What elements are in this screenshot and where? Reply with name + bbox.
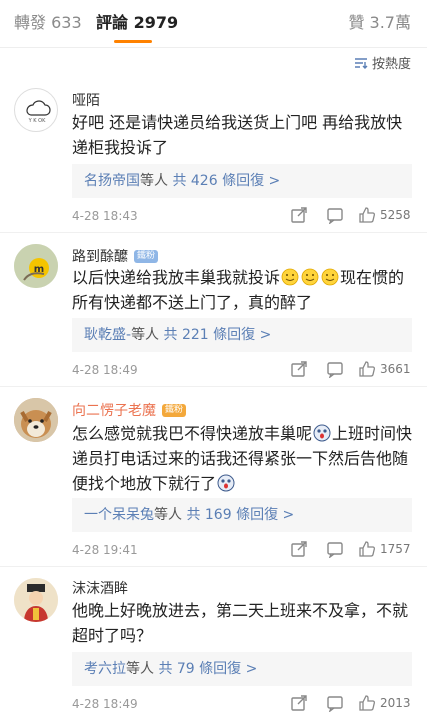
tab-comments[interactable]: 評論 2979	[96, 12, 178, 34]
tab-reposts[interactable]: 轉發 633	[14, 12, 82, 34]
thumbs-up-icon	[359, 361, 375, 377]
comment-item: 沫沫酒眸 他晚上好晚放进去，第二天上班来不及拿，不就超时了吗？ 考六拉等人 共 …	[0, 570, 427, 720]
reply-summary[interactable]: 耿乾盛-等人 共 221 條回復 >	[72, 318, 412, 352]
comment-meta: 4-28 18:49 2013	[72, 694, 412, 716]
svg-text:Y K OK: Y K OK	[28, 118, 46, 124]
reply-icon[interactable]	[326, 540, 344, 558]
comment-username[interactable]: 沫沫酒眸	[72, 578, 128, 598]
avatar[interactable]: m	[14, 244, 58, 288]
divider	[0, 232, 427, 233]
sort-button[interactable]: 按熱度	[354, 53, 411, 72]
comment-meta: 4-28 19:41 1757	[72, 540, 412, 562]
avatar[interactable]: Y K OK	[14, 88, 58, 132]
avatar[interactable]	[14, 398, 58, 442]
like-button[interactable]: 3661	[358, 360, 411, 378]
comment-meta: 4-28 18:43 5258	[72, 206, 412, 228]
sort-icon	[354, 57, 368, 69]
like-count: 5258	[380, 208, 411, 222]
share-icon[interactable]	[290, 206, 308, 224]
tab-bar: 轉發 633 評論 2979 贊 3.7萬	[0, 0, 427, 48]
like-button[interactable]: 2013	[358, 694, 411, 712]
like-button[interactable]: 1757	[358, 540, 411, 558]
comment-text: 怎么感觉就我巴不得快递放丰巢呢 上班时间快递员打电话过来的话我还得紧张一下然后告他…	[72, 424, 413, 493]
comment-username[interactable]: 向二愣子老魔 鐵粉	[72, 400, 187, 420]
like-button[interactable]: 5258	[358, 206, 411, 224]
comment-item: Y K OK 哑陌 好吧 还是请快递员给我送货上门吧 再给我放快递柜我投诉了 名…	[0, 80, 427, 240]
like-count: 3661	[380, 362, 411, 376]
like-count: 1757	[380, 542, 411, 556]
smile-emoji-icon	[321, 268, 339, 286]
shocked-emoji-icon	[217, 474, 235, 492]
active-tab-indicator	[114, 40, 152, 43]
like-count: 2013	[380, 696, 411, 710]
comment-text: 好吧 还是请快递员给我送货上门吧 再给我放快递柜我投诉了	[72, 113, 403, 157]
smile-emoji-icon	[301, 268, 319, 286]
thumbs-up-icon	[359, 695, 375, 711]
sort-bar: 按熱度	[0, 48, 427, 74]
share-icon[interactable]	[290, 540, 308, 558]
fan-badge: 鐵粉	[162, 403, 187, 417]
comment-text: 他晚上好晚放进去，第二天上班来不及拿，不就超时了吗？	[72, 601, 409, 645]
shocked-emoji-icon	[313, 424, 331, 442]
thumbs-up-icon	[359, 541, 375, 557]
comment-item: 向二愣子老魔 鐵粉 怎么感觉就我巴不得快递放丰巢呢 上班时间快递员打电话过来的话我…	[0, 390, 427, 568]
sort-label: 按熱度	[371, 57, 411, 72]
comment-date: 4-28 18:49	[72, 697, 138, 711]
comment-date: 4-28 18:43	[72, 209, 138, 223]
reply-icon[interactable]	[326, 360, 344, 378]
divider	[0, 386, 427, 387]
thumbs-up-icon	[359, 207, 375, 223]
reply-icon[interactable]	[326, 206, 344, 224]
reply-icon[interactable]	[326, 694, 344, 712]
comment-text: 以后快递给我放丰巢我就投诉 现在惯的所有快递都不送上门了，真的醉了	[72, 268, 405, 312]
reply-summary[interactable]: 考六拉等人 共 79 條回復 >	[72, 652, 412, 686]
smile-emoji-icon	[281, 268, 299, 286]
share-icon[interactable]	[290, 360, 308, 378]
reply-summary[interactable]: 名扬帝国等人 共 426 條回復 >	[72, 164, 412, 198]
comment-item: m 路到酴醿 鐵粉 以后快递给我放丰巢我就投诉 现在惯的所有快递都不送上门了，真的…	[0, 236, 427, 386]
reply-summary[interactable]: 一个呆呆兔等人 共 169 條回復 >	[72, 498, 412, 532]
avatar[interactable]	[14, 578, 58, 622]
comment-username[interactable]: 路到酴醿 鐵粉	[72, 246, 159, 266]
comment-date: 4-28 18:49	[72, 363, 138, 377]
comment-meta: 4-28 18:49 3661	[72, 360, 412, 382]
comment-username[interactable]: 哑陌	[72, 90, 100, 110]
comment-date: 4-28 19:41	[72, 543, 138, 557]
share-icon[interactable]	[290, 694, 308, 712]
tab-likes[interactable]: 贊 3.7萬	[348, 12, 411, 34]
divider	[0, 566, 427, 567]
fan-badge: 鐵粉	[134, 249, 159, 263]
